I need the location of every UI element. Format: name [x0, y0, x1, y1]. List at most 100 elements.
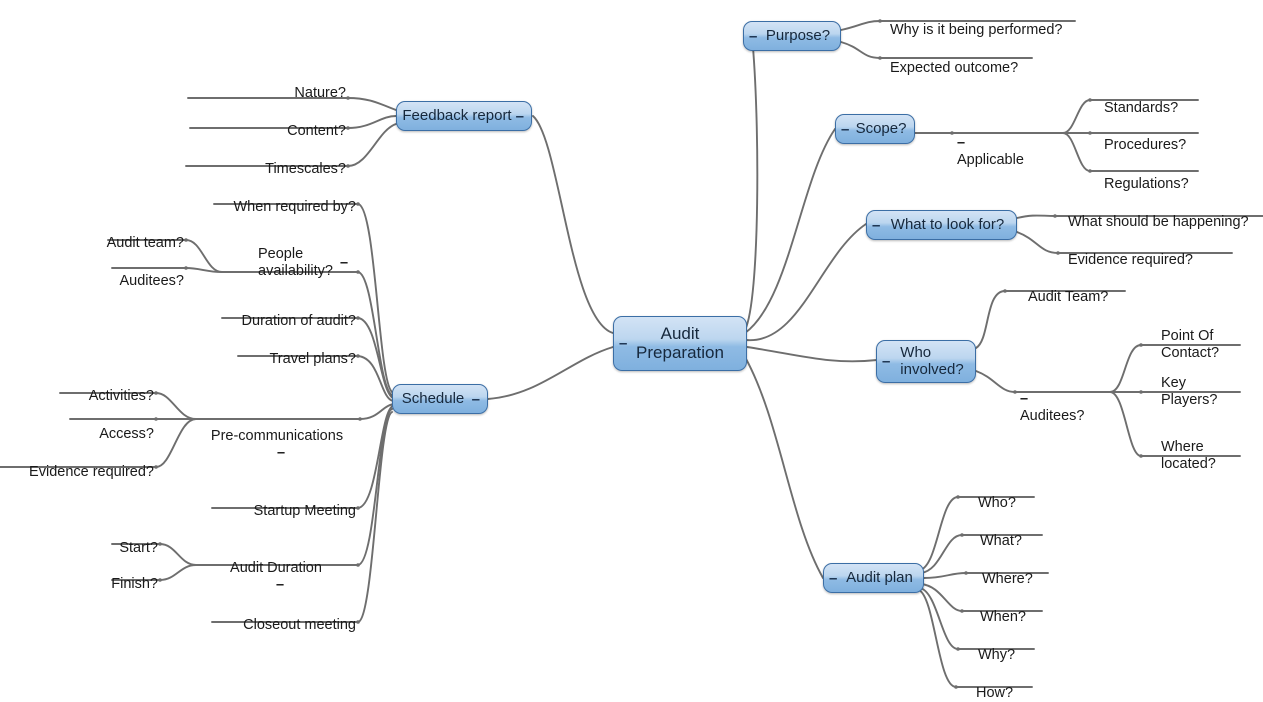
node-when[interactable]: When? — [980, 592, 1026, 626]
node-pre-communications[interactable]: Pre-communications – — [196, 411, 358, 462]
collapse-icon[interactable]: – — [340, 255, 348, 271]
node-label: Where located? — [1161, 439, 1216, 473]
node-how[interactable]: How? — [976, 668, 1013, 702]
collapse-icon[interactable]: – — [1020, 391, 1028, 407]
node-label: Key Players? — [1161, 375, 1218, 409]
node-label: What to look for? — [890, 215, 1005, 233]
node-label: Why is it being performed? — [890, 22, 1063, 39]
node-auditees[interactable]: – Auditees? — [1020, 374, 1085, 425]
node-why[interactable]: Why? — [978, 630, 1015, 664]
node-label: Schedule — [401, 389, 465, 407]
node-audit-duration[interactable]: Audit Duration – — [196, 543, 356, 594]
node-label: How? — [976, 685, 1014, 702]
collapse-icon[interactable]: – — [829, 571, 837, 586]
node-label: Finish? — [111, 576, 158, 593]
node-audit-team-left[interactable]: Audit team? — [20, 218, 184, 252]
node-label: Point Of Contact? — [1161, 328, 1220, 362]
collapse-icon[interactable]: – — [269, 445, 285, 461]
collapse-icon[interactable]: – — [872, 218, 880, 233]
node-label: Applicable — [957, 152, 1024, 169]
node-travel-plans[interactable]: Travel plans? — [238, 334, 356, 368]
collapse-icon[interactable]: – — [841, 122, 849, 137]
node-label: Audit Team? — [1028, 289, 1109, 306]
node-standards[interactable]: Standards? — [1104, 83, 1178, 117]
node-closeout-meeting[interactable]: Closeout meeting — [212, 600, 356, 634]
node-regulations[interactable]: Regulations? — [1104, 159, 1189, 193]
node-label: Nature? — [294, 85, 346, 102]
node-label: Duration of audit? — [241, 313, 356, 330]
node-label: Start? — [119, 540, 158, 557]
node-when-required-by[interactable]: When required by? — [214, 182, 356, 216]
node-label: Timescales? — [265, 161, 346, 178]
node-label: Regulations? — [1104, 176, 1189, 193]
node-label: Purpose? — [765, 26, 831, 44]
node-who-involved[interactable]: – Who involved? — [876, 340, 976, 383]
node-label: Startup Meeting — [253, 503, 356, 520]
people-availability-collapse[interactable]: – — [340, 238, 348, 272]
collapse-icon[interactable]: – — [268, 577, 284, 593]
node-audit-team[interactable]: Audit Team? — [1028, 272, 1108, 306]
node-startup-meeting[interactable]: Startup Meeting — [212, 486, 356, 520]
node-why-is-it-being-performed[interactable]: Why is it being performed? — [890, 5, 1062, 39]
node-what-to-look-for[interactable]: – What to look for? — [866, 210, 1017, 240]
node-where-located[interactable]: Where located? — [1161, 422, 1216, 473]
node-label: What? — [980, 533, 1022, 550]
node-start[interactable]: Start? — [0, 523, 158, 557]
node-label: Who involved? — [900, 344, 964, 378]
node-access[interactable]: Access? — [0, 409, 154, 443]
node-label: When? — [980, 609, 1026, 626]
node-who[interactable]: Who? — [978, 478, 1016, 512]
node-label: Standards? — [1104, 100, 1179, 117]
node-label: Where? — [982, 571, 1033, 588]
node-auditees-left[interactable]: Auditees? — [24, 256, 185, 290]
node-applicable[interactable]: – Applicable — [957, 118, 1024, 169]
node-label: Closeout meeting — [243, 617, 356, 634]
collapse-icon[interactable]: – — [882, 354, 890, 369]
node-people-availability[interactable]: People availability? — [222, 229, 356, 280]
node-feedback-report[interactable]: Feedback report – — [396, 101, 532, 131]
root-node-audit-preparation[interactable]: – Audit Preparation — [613, 316, 747, 371]
node-label: Activities? — [88, 388, 154, 405]
node-schedule[interactable]: Schedule – — [392, 384, 488, 414]
node-where[interactable]: Where? — [982, 554, 1033, 588]
node-point-of-contact[interactable]: Point Of Contact? — [1161, 311, 1219, 362]
node-evidence-required-left[interactable]: Evidence required? — [0, 447, 154, 481]
node-label: Audit team? — [106, 235, 184, 252]
node-label: Audit Duration — [230, 560, 322, 577]
node-label: Procedures? — [1104, 137, 1187, 154]
node-audit-plan[interactable]: – Audit plan — [823, 563, 924, 593]
node-activities[interactable]: Activities? — [0, 371, 154, 405]
node-scope[interactable]: – Scope? — [835, 114, 915, 144]
node-expected-outcome[interactable]: Expected outcome? — [890, 43, 1018, 77]
node-label: Content? — [287, 123, 346, 140]
node-what-should-be-happening[interactable]: What should be happening? — [1068, 197, 1249, 231]
collapse-icon[interactable]: – — [957, 135, 965, 151]
node-purpose[interactable]: – Purpose? — [743, 21, 841, 51]
node-label: Why? — [978, 647, 1016, 664]
node-label: Feedback report — [402, 106, 512, 124]
node-duration-of-audit[interactable]: Duration of audit? — [222, 296, 356, 330]
node-label: What should be happening? — [1068, 214, 1249, 231]
node-label: Access? — [99, 426, 154, 443]
node-label: Pre-communications — [210, 428, 344, 445]
node-label: Who? — [978, 495, 1016, 512]
collapse-icon[interactable]: – — [472, 392, 480, 407]
collapse-icon[interactable]: – — [516, 109, 524, 124]
node-evidence-required[interactable]: Evidence required? — [1068, 235, 1193, 269]
node-label: Travel plans? — [269, 351, 356, 368]
node-nature[interactable]: Nature? — [188, 68, 346, 102]
node-content[interactable]: Content? — [190, 106, 346, 140]
node-label: Scope? — [855, 119, 907, 137]
node-key-players[interactable]: Key Players? — [1161, 358, 1217, 409]
node-finish[interactable]: Finish? — [0, 559, 158, 593]
node-label: When required by? — [233, 199, 356, 216]
collapse-icon[interactable]: – — [749, 29, 757, 44]
node-label: Evidence required? — [29, 464, 154, 481]
node-label: Expected outcome? — [890, 60, 1019, 77]
node-procedures[interactable]: Procedures? — [1104, 120, 1186, 154]
node-timescales[interactable]: Timescales? — [186, 144, 346, 178]
collapse-icon[interactable]: – — [619, 336, 627, 351]
node-label: Auditees? — [119, 273, 185, 290]
node-label: Audit plan — [846, 568, 913, 586]
node-what[interactable]: What? — [980, 516, 1022, 550]
